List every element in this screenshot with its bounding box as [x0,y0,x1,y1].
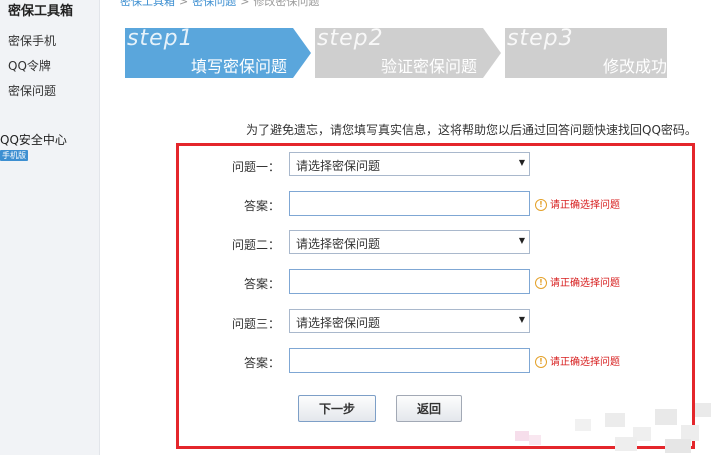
question-1-select[interactable]: 请选择密保问题 ▼ [289,152,530,176]
question-2-label: 问题二： [231,238,280,252]
breadcrumb-separator: > [179,0,189,8]
answer-1-input[interactable] [289,191,530,216]
step-1-label: 填写密保问题 [190,57,287,76]
back-button[interactable]: 返回 [396,395,462,422]
sidebar-item-token[interactable]: QQ令牌 [8,57,51,74]
question-3-select-value: 请选择密保问题 [296,316,381,330]
step-3: step3 修改成功 [505,26,695,78]
breadcrumb-toolbox-link[interactable]: 密保工具箱 [120,0,175,8]
chevron-down-icon: ▼ [518,236,525,245]
question-3-select[interactable]: 请选择密保问题 ▼ [289,309,530,333]
watermark-mosaic [515,403,711,453]
question-2-select-value: 请选择密保问题 [296,237,381,251]
sidebar-item-phone[interactable]: 密保手机 [8,32,56,49]
question-3-label: 问题三： [231,317,280,331]
breadcrumb-question-link[interactable]: 密保问题 [192,0,236,8]
step-2: step2 验证密保问题 [315,26,505,78]
intro-text: 为了避免遗忘，请您填写真实信息，这将帮助您以后通过回答问题快速找回QQ密码。 [246,123,697,137]
step-1-word: step1 [127,26,194,51]
answer-1-label: 答案： [243,199,280,213]
sidebar-security-center-link[interactable]: QQ安全中心 [0,131,67,148]
breadcrumb-separator: > [240,0,250,8]
warning-icon: ! [535,356,547,368]
question-2-error-text: 请正确选择问题 [550,278,620,289]
step-1: step1 填写密保问题 [125,26,315,78]
question-1-error-text: 请正确选择问题 [550,200,620,211]
question-2-select[interactable]: 请选择密保问题 ▼ [289,230,530,254]
sidebar: 密保工具箱 密保手机 QQ令牌 密保问题 QQ安全中心 手机版 [0,0,100,455]
question-1-label: 问题一： [231,160,280,174]
question-1-select-value: 请选择密保问题 [296,159,381,173]
question-3-error-text: 请正确选择问题 [550,357,620,368]
step-2-label: 验证密保问题 [380,57,477,76]
step-3-word: step3 [507,26,574,51]
step-2-word: step2 [317,26,384,51]
answer-3-input[interactable] [289,348,530,373]
chevron-down-icon: ▼ [518,158,525,167]
answer-2-input[interactable] [289,269,530,294]
question-3-error: ! 请正确选择问题 [535,353,620,368]
warning-icon: ! [535,277,547,289]
sidebar-item-security-question[interactable]: 密保问题 [8,82,56,99]
next-step-button[interactable]: 下一步 [298,395,376,422]
warning-icon: ! [535,199,547,211]
answer-3-label: 答案： [243,356,280,370]
breadcrumb-current: 修改密保问题 [253,0,320,8]
question-1-error: ! 请正确选择问题 [535,196,620,211]
answer-2-label: 答案： [243,277,280,291]
breadcrumb: 密保工具箱 > 密保问题 > 修改密保问题 [120,0,319,9]
step-3-label: 修改成功 [602,57,667,76]
question-2-error: ! 请正确选择问题 [535,274,620,289]
sidebar-title: 密保工具箱 [8,4,74,19]
chevron-down-icon: ▼ [518,315,525,324]
mobile-version-badge[interactable]: 手机版 [0,150,28,161]
